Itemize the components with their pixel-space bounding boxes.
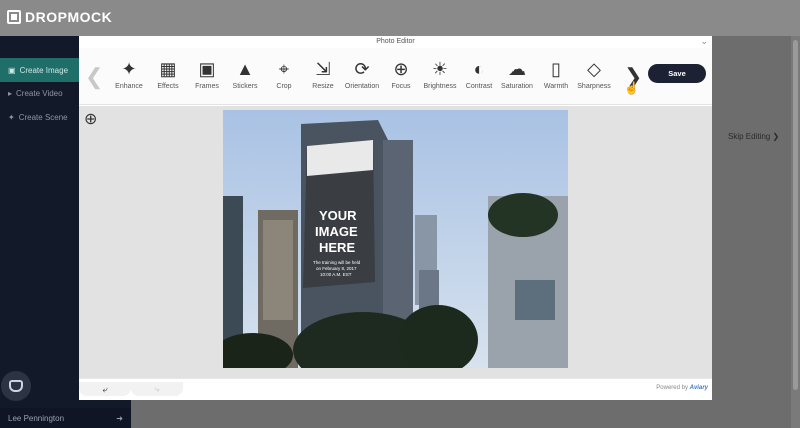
photo-preview[interactable]: YOUR IMAGE HERE The training will be hel…	[223, 110, 568, 368]
tool-label: Contrast	[465, 83, 493, 90]
powered-by-text: Powered by	[656, 385, 688, 391]
tower-side	[383, 140, 413, 340]
chevron-right-icon: ❯	[772, 132, 780, 141]
user-bar[interactable]: Lee Pennington ➜	[0, 408, 131, 428]
skip-editing-label: Skip Editing	[728, 132, 771, 141]
tool-label: Orientation	[344, 83, 380, 90]
rotate-icon: ⟳	[354, 58, 370, 79]
chat-icon	[9, 380, 23, 392]
modal-title: Photo Editor	[376, 38, 415, 45]
tool-label: Brightness	[423, 83, 457, 90]
powered-by: Powered by Aviary	[656, 385, 708, 391]
tool-resize[interactable]: ⇲ Resize	[303, 56, 343, 91]
tool-enhance[interactable]: ✦ Enhance	[109, 56, 149, 91]
logout-icon[interactable]: ➜	[116, 414, 123, 423]
undo-icon: ⤶	[102, 383, 108, 394]
tool-label: Frames	[195, 83, 219, 90]
billboard-text-1: YOUR	[319, 208, 357, 223]
billboard-top-panel	[307, 140, 373, 176]
powered-by-brand: Aviary	[689, 385, 708, 391]
logo-icon	[7, 10, 21, 24]
billboard-line-3: 10:00 A.M. EST	[320, 272, 352, 277]
resize-icon: ⇲	[315, 58, 331, 79]
photo-editor-modal: Photo Editor ⌄ ❮ ✦ Enhance ▦ Effects ▣ F…	[79, 36, 712, 400]
crop-icon: ⌖	[278, 58, 290, 79]
diamond-icon: ◇	[587, 58, 601, 79]
tool-label: Saturation	[501, 83, 533, 90]
top-bar: DROPMOCK	[0, 0, 800, 36]
save-button[interactable]: Save	[648, 64, 706, 83]
tool-label: Resize	[312, 83, 334, 90]
redo-icon: ⤷	[154, 383, 160, 394]
zoom-in-icon[interactable]: ⊕	[84, 109, 97, 129]
billboard-line-2: on February 8, 2017	[316, 266, 357, 271]
sun-icon: ☀	[431, 58, 449, 79]
hand-cursor-icon: ☝	[624, 81, 639, 95]
tool-saturation[interactable]: ☁ Saturation	[497, 56, 537, 91]
app-logo[interactable]: DROPMOCK	[7, 9, 112, 25]
tool-frames[interactable]: ▣ Frames	[187, 56, 227, 91]
scrollbar-thumb[interactable]	[793, 40, 798, 390]
frame-icon: ▣	[198, 58, 216, 79]
magic-wand-icon: ✦	[121, 58, 137, 79]
tool-focus[interactable]: ⊕ Focus	[381, 56, 421, 91]
tool-brightness[interactable]: ☀ Brightness	[420, 56, 460, 91]
sidebar-item-label: Create Scene	[18, 112, 68, 122]
sidebar-item-label: Create Image	[19, 65, 69, 75]
tool-label: Warmth	[543, 83, 569, 90]
skip-editing-link[interactable]: Skip Editing ❯	[728, 132, 779, 141]
tool-warmth[interactable]: ▯ Warmth	[536, 56, 576, 91]
target-icon: ⊕	[393, 58, 409, 79]
droplet-icon: ☁	[508, 58, 526, 79]
tool-label: Focus	[391, 83, 411, 90]
palm-tree	[488, 193, 558, 237]
tool-contrast[interactable]: ◐ Contrast	[459, 56, 499, 91]
tool-crop[interactable]: ⌖ Crop	[264, 56, 304, 91]
hat-icon: ▲	[236, 58, 254, 79]
billboard-text-3: HERE	[319, 240, 355, 255]
thermometer-icon: ▯	[551, 58, 561, 79]
tool-label: Effects	[157, 83, 179, 90]
redo-button[interactable]: ⤷	[131, 382, 183, 396]
wand-icon: ✦	[8, 112, 15, 122]
tool-stickers[interactable]: ▲ Stickers	[225, 56, 265, 91]
billboard-line-1: The training will be held	[313, 260, 361, 265]
user-name: Lee Pennington	[8, 413, 65, 423]
tool-label: Sharpness	[577, 83, 611, 90]
camera-icon: ▣	[8, 65, 16, 75]
undo-button[interactable]: ⤶	[79, 382, 131, 396]
tool-sharpness[interactable]: ◇ Sharpness	[574, 56, 614, 91]
logo-text: DROPMOCK	[25, 9, 113, 25]
video-icon: ▸	[8, 88, 13, 98]
close-icon[interactable]: ⌄	[700, 36, 708, 47]
building-facade	[263, 220, 293, 320]
chat-button[interactable]	[1, 371, 31, 401]
building-right-windows	[515, 280, 555, 320]
editor-canvas-area: ⊕ YOUR IMAGE HERE The training will be h…	[79, 106, 712, 378]
city-photo: YOUR IMAGE HERE The training will be hel…	[223, 110, 568, 368]
film-icon: ▦	[159, 58, 177, 79]
editor-footer: ⤶ ⤷ Powered by Aviary	[79, 378, 712, 400]
tool-label: Crop	[276, 83, 292, 90]
editor-toolbar: ❮ ✦ Enhance ▦ Effects ▣ Frames ▲ Sticker…	[79, 48, 712, 105]
tool-label: Stickers	[232, 83, 258, 90]
chevron-left-icon[interactable]: ❮	[85, 64, 103, 90]
contrast-icon: ◐	[473, 58, 485, 79]
tool-orientation[interactable]: ⟳ Orientation	[342, 56, 382, 91]
tool-effects[interactable]: ▦ Effects	[148, 56, 188, 91]
sidebar-item-label: Create Video	[16, 88, 63, 98]
tool-label: Enhance	[115, 83, 143, 90]
billboard-text-2: IMAGE	[315, 224, 358, 239]
